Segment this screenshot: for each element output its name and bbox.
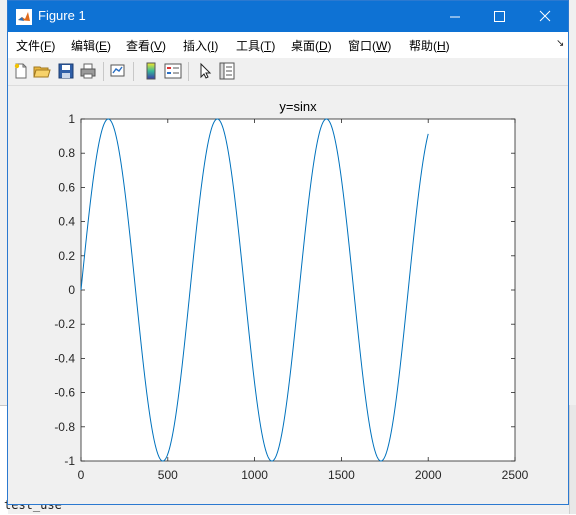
menu-tools[interactable]: 工具(T)	[236, 37, 275, 54]
open-folder-icon[interactable]	[33, 62, 51, 80]
minimize-button[interactable]	[432, 1, 478, 32]
property-inspector-icon[interactable]	[218, 62, 236, 80]
close-icon	[539, 10, 551, 22]
y-tick-label: -1	[64, 454, 75, 468]
print-icon[interactable]	[79, 62, 97, 80]
x-tick-label: 2000	[415, 468, 442, 482]
new-file-icon[interactable]	[12, 62, 30, 80]
y-tick-label: 0.4	[58, 215, 75, 229]
menu-bar: 文件(F) 编辑(E) 查看(V) 插入(I) 工具(T) 桌面(D) 窗口(W…	[8, 32, 568, 59]
insert-colorbar-icon[interactable]	[142, 62, 160, 80]
insert-legend-icon[interactable]	[164, 62, 182, 80]
y-tick-label: -0.8	[54, 420, 75, 434]
toolbar-separator	[133, 62, 134, 81]
y-tick-label: 0.8	[58, 146, 75, 160]
menu-desktop[interactable]: 桌面(D)	[291, 37, 332, 54]
maximize-icon	[494, 11, 505, 22]
x-tick-label: 500	[158, 468, 178, 482]
y-tick-label: 0	[68, 283, 75, 297]
menu-edit[interactable]: 编辑(E)	[71, 37, 111, 54]
select-arrow-icon[interactable]	[196, 62, 214, 80]
matlab-logo-icon	[16, 9, 32, 25]
sine-plot[interactable]: y=sinx 0 500 1000 1500 2000 2500 -1 -0.8 -0.6 -0.…	[8, 86, 568, 504]
y-tick-label: -0.6	[54, 386, 75, 400]
menu-overflow-icon[interactable]: ↘	[556, 38, 564, 49]
y-tick-label: 1	[68, 112, 75, 126]
figure-window: Figure 1 文件(F) 编辑(E) 查看(V) 插入(I) 工具(T) 桌…	[7, 0, 569, 505]
save-icon[interactable]	[57, 62, 75, 80]
x-tick-label: 1500	[328, 468, 355, 482]
y-tick-label: 0.2	[58, 249, 75, 263]
menu-window[interactable]: 窗口(W)	[348, 37, 391, 54]
x-tick-label: 0	[78, 468, 85, 482]
menu-file[interactable]: 文件(F)	[16, 37, 55, 54]
figure-toolbar	[8, 58, 568, 86]
window-title: Figure 1	[38, 8, 86, 23]
chart-title: y=sinx	[279, 99, 317, 114]
toolbar-separator	[188, 62, 189, 81]
menu-help[interactable]: 帮助(H)	[409, 37, 450, 54]
y-tick-label: 0.6	[58, 180, 75, 194]
y-tick-label: -0.4	[54, 351, 75, 365]
maximize-button[interactable]	[476, 1, 522, 32]
menu-insert[interactable]: 插入(I)	[183, 37, 218, 54]
background-scrollbar[interactable]	[569, 405, 576, 514]
x-tick-label: 1000	[241, 468, 268, 482]
figure-canvas[interactable]: y=sinx 0 500 1000 1500 2000 2500 -1 -0.8 -0.6 -0.…	[8, 86, 568, 504]
menu-view[interactable]: 查看(V)	[126, 37, 166, 54]
close-button[interactable]	[522, 1, 568, 32]
title-bar[interactable]: Figure 1	[8, 1, 568, 32]
toolbar-separator	[103, 62, 104, 81]
y-tick-label: -0.2	[54, 317, 75, 331]
link-plot-icon[interactable]	[109, 62, 127, 80]
x-tick-label: 2500	[502, 468, 529, 482]
axes-box	[80, 118, 516, 462]
minimize-icon	[450, 16, 460, 18]
